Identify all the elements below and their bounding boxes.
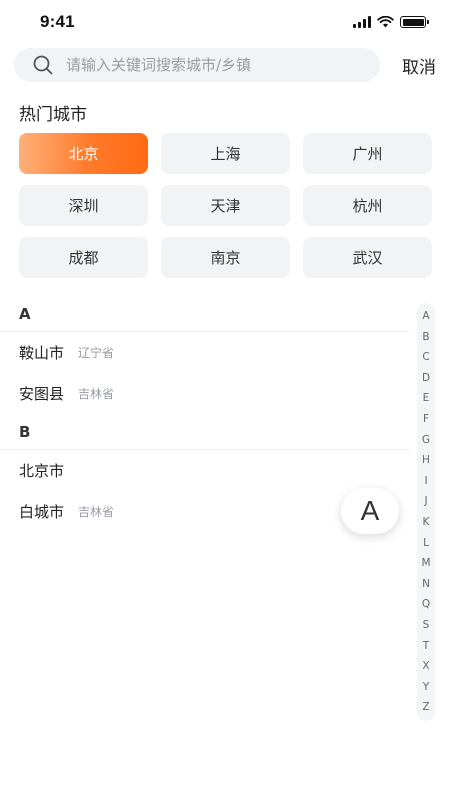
city-province: 吉林省 xyxy=(78,387,115,401)
index-letter[interactable]: S xyxy=(423,620,430,631)
index-letter[interactable]: B xyxy=(422,332,429,343)
search-input[interactable] xyxy=(66,56,380,74)
group-header-a: A xyxy=(0,296,410,332)
search-icon xyxy=(33,55,53,75)
city-list-item[interactable]: 鞍山市 辽宁省 xyxy=(0,332,410,373)
index-letter[interactable]: D xyxy=(422,373,430,384)
hot-city-chip[interactable]: 杭州 xyxy=(303,185,432,226)
hot-cities-title: 热门城市 xyxy=(19,105,87,125)
hot-city-chip[interactable]: 成都 xyxy=(19,237,148,278)
city-province: 辽宁省 xyxy=(78,346,115,360)
city-name: 鞍山市 xyxy=(19,344,65,362)
cancel-button[interactable]: 取消 xyxy=(400,49,438,82)
city-province: 吉林省 xyxy=(78,505,115,519)
index-letter[interactable]: Q xyxy=(422,599,430,610)
index-letter[interactable]: F xyxy=(423,414,429,425)
index-letter[interactable]: N xyxy=(422,579,430,590)
hot-city-chip[interactable]: 天津 xyxy=(161,185,290,226)
city-name: 白城市 xyxy=(19,503,65,521)
index-letter[interactable]: L xyxy=(423,538,429,549)
hot-city-chip[interactable]: 北京 xyxy=(19,133,148,174)
index-letter[interactable]: E xyxy=(423,393,430,404)
index-letter[interactable]: K xyxy=(423,517,430,528)
wifi-icon xyxy=(377,16,394,28)
battery-icon xyxy=(400,16,429,28)
index-letter[interactable]: A xyxy=(422,311,429,322)
hot-city-chip[interactable]: 南京 xyxy=(161,237,290,278)
search-row: 取消 xyxy=(14,48,438,82)
index-letter[interactable]: Z xyxy=(422,702,429,713)
city-name: 北京市 xyxy=(19,462,65,480)
index-letter[interactable]: C xyxy=(422,352,429,363)
current-letter-bubble: A xyxy=(341,488,399,534)
city-list-item[interactable]: 北京市 xyxy=(0,450,410,491)
hot-city-chip[interactable]: 深圳 xyxy=(19,185,148,226)
cellular-signal-icon xyxy=(353,16,371,28)
hot-city-chip[interactable]: 武汉 xyxy=(303,237,432,278)
hot-cities-grid: 北京 上海 广州 深圳 天津 杭州 成都 南京 武汉 xyxy=(19,133,432,278)
status-bar: 9:41 xyxy=(0,0,450,44)
index-letter[interactable]: X xyxy=(422,661,429,672)
hot-city-chip[interactable]: 上海 xyxy=(161,133,290,174)
alphabet-index-rail[interactable]: A B C D E F G H I J K L M N Q S T X Y Z xyxy=(417,303,435,721)
index-letter[interactable]: M xyxy=(421,558,430,569)
index-letter[interactable]: T xyxy=(423,640,429,652)
city-list-item[interactable]: 安图县 吉林省 xyxy=(0,373,410,414)
status-icons xyxy=(353,16,429,28)
group-header-b: B xyxy=(0,414,410,450)
city-name: 安图县 xyxy=(19,385,65,403)
index-letter[interactable]: I xyxy=(424,476,427,487)
index-letter[interactable]: H xyxy=(422,455,430,466)
status-time: 9:41 xyxy=(40,12,75,31)
index-letter[interactable]: G xyxy=(422,435,430,446)
hot-city-chip[interactable]: 广州 xyxy=(303,133,432,174)
index-letter[interactable]: J xyxy=(424,496,427,507)
search-box[interactable] xyxy=(14,48,380,82)
index-letter[interactable]: Y xyxy=(423,682,429,693)
